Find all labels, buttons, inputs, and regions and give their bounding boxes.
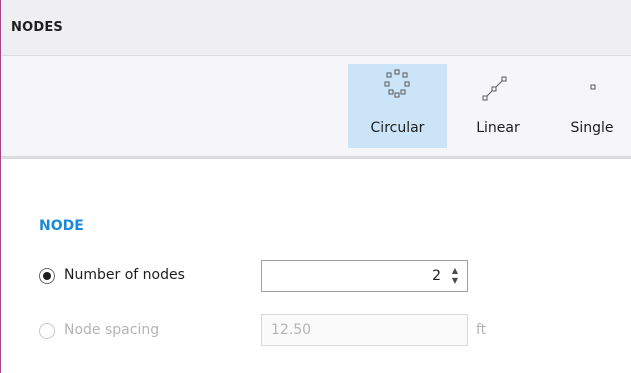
increment-arrow-icon[interactable]: ▲: [450, 266, 460, 276]
number-of-nodes-value[interactable]: 2: [432, 268, 441, 284]
node-spacing-value: 12.50: [271, 322, 312, 338]
circular-mode-label: Circular: [370, 120, 425, 136]
decrement-arrow-icon[interactable]: ▼: [450, 276, 460, 286]
node-section-title: NODE: [39, 218, 84, 234]
toolbar-divider: [1, 156, 631, 159]
circular-mode-button[interactable]: Circular: [348, 64, 447, 148]
node-spacing-unit: ft: [476, 322, 487, 338]
node-mode-toolbar: Circular Linear Single: [1, 56, 631, 156]
panel-title: NODES: [11, 20, 63, 35]
circular-nodes-icon: [384, 69, 410, 98]
number-of-nodes-stepper[interactable]: 2 ▲ ▼: [261, 260, 468, 292]
nodes-panel: NODES Circular Linear Single NODE Number…: [0, 0, 631, 373]
single-mode-button[interactable]: Single: [559, 64, 625, 148]
number-of-nodes-spinner: ▲ ▼: [450, 266, 460, 286]
single-node-icon: [590, 84, 596, 90]
linear-nodes-icon: [482, 76, 507, 101]
linear-mode-button[interactable]: Linear: [461, 64, 535, 148]
node-spacing-label: Node spacing: [64, 322, 160, 338]
node-spacing-field: 12.50: [261, 314, 468, 346]
panel-header: NODES: [1, 0, 631, 56]
linear-mode-label: Linear: [476, 120, 520, 136]
number-of-nodes-label[interactable]: Number of nodes: [64, 267, 185, 283]
single-mode-label: Single: [570, 120, 614, 136]
node-spacing-radio: [39, 323, 55, 339]
number-of-nodes-radio[interactable]: [39, 268, 55, 284]
